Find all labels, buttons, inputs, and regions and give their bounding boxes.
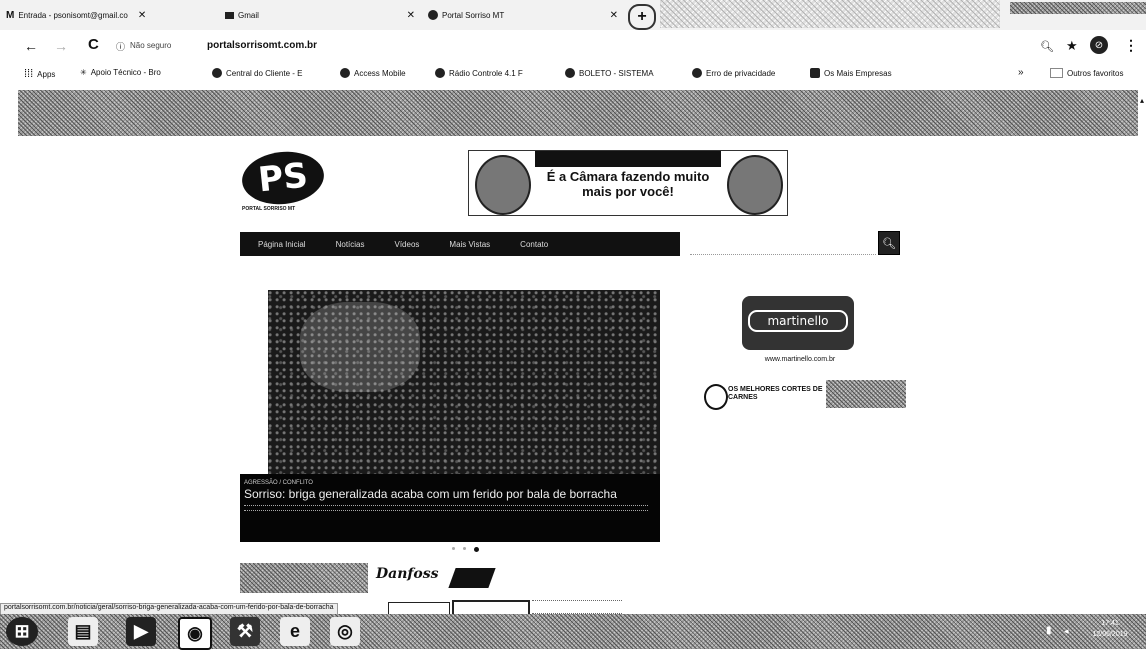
nav-contato[interactable]: Contato: [520, 240, 548, 249]
close-icon[interactable]: ✕: [610, 10, 618, 21]
cortes-carnes-ad-image[interactable]: [826, 380, 906, 408]
folder-icon: [1050, 68, 1063, 78]
tab-gmail[interactable]: Gmail ✕: [225, 3, 415, 27]
tab-strip-background: [660, 0, 1000, 28]
sponsor-text-small: [532, 600, 622, 614]
person-portrait-left: [475, 155, 531, 215]
nav-home[interactable]: Página Inicial: [258, 240, 306, 249]
bookmark-os-mais-empresas[interactable]: Os Mais Empresas: [810, 68, 892, 78]
cow-head-icon: [704, 384, 728, 410]
tab-portal-sorriso[interactable]: Portal Sorriso MT ✕: [428, 3, 618, 27]
bookmark-boleto[interactable]: BOLETO - SISTEMA: [565, 68, 654, 78]
menu-icon[interactable]: ⋮: [1124, 37, 1138, 54]
mail-icon: [225, 11, 234, 19]
globe-icon: [212, 68, 222, 78]
martinello-url[interactable]: www.martinello.com.br: [740, 356, 860, 363]
star-icon[interactable]: ★: [1066, 38, 1078, 54]
carousel-dot[interactable]: [452, 547, 455, 550]
search-icon[interactable]: 🔍︎: [878, 231, 900, 255]
back-arrow-icon[interactable]: ←: [24, 38, 38, 54]
globe-icon: [435, 68, 445, 78]
gmail-icon: M: [6, 9, 15, 21]
window-controls[interactable]: [1010, 2, 1146, 14]
nav-videos[interactable]: Vídeos: [395, 240, 420, 249]
tab-label: Entrada - psonisomt@gmail.co: [18, 10, 128, 20]
carousel-dot-active[interactable]: [474, 547, 479, 552]
bookmark-radio-controle[interactable]: Rádio Controle 4.1 F: [435, 68, 523, 78]
site-logo[interactable]: PS PORTAL SORRISO MT: [239, 147, 337, 214]
carousel-dot[interactable]: [463, 547, 466, 550]
site-search-input[interactable]: [690, 232, 876, 255]
sponsor-banner-1[interactable]: [240, 563, 368, 593]
app-icon[interactable]: ⚒: [230, 617, 260, 646]
globe-icon: [565, 68, 575, 78]
logo-ps-mark: PS: [239, 147, 327, 209]
browser-window-icon[interactable]: ◎: [330, 617, 360, 646]
hero-caption-box: AGRESSÃO / CONFLITO Sorriso: briga gener…: [240, 474, 660, 542]
url-field[interactable]: portalsorrisomt.com.br: [207, 40, 317, 51]
clock[interactable]: 17:41 12/06/2019: [1080, 618, 1140, 640]
ad-main-text: É a Câmara fazendo muito mais por você!: [546, 169, 710, 199]
headline-tag: AGRESSÃO / CONFLITO: [244, 480, 313, 486]
martinello-logo-text: martinello: [748, 310, 848, 332]
logo-subtitle: PORTAL SORRISO MT: [242, 206, 296, 212]
danfoss-logo[interactable]: Danfoss: [376, 566, 439, 582]
close-icon[interactable]: ✕: [138, 10, 146, 21]
site-nav: Página Inicial Notícias Vídeos Mais Vist…: [240, 232, 680, 256]
network-icon[interactable]: ▮: [1046, 625, 1052, 636]
profile-avatar[interactable]: ⊘: [1090, 36, 1108, 54]
bookmark-square-icon: [810, 68, 820, 78]
apps-grid-icon: ⁞⁞⁞: [24, 68, 34, 80]
tab-label: Gmail: [238, 10, 259, 20]
person-portrait-right: [727, 155, 783, 215]
bookmark-erro-privacidade[interactable]: Erro de privacidade: [692, 68, 775, 78]
diamond-sponsor-logo[interactable]: [448, 568, 496, 588]
media-player-icon[interactable]: ▶: [126, 617, 156, 646]
camara-ad-banner[interactable]: É a Câmara fazendo muito mais por você!: [468, 150, 788, 216]
hero-image-highlight: [300, 302, 420, 392]
security-label: Não seguro: [130, 41, 172, 50]
nav-noticias[interactable]: Notícias: [336, 240, 365, 249]
globe-icon: [340, 68, 350, 78]
hero-image-gap: [240, 290, 268, 480]
chevron-double-right-icon[interactable]: »: [1018, 67, 1024, 78]
forward-arrow-icon[interactable]: →: [54, 38, 68, 54]
clock-time: 17:41: [1101, 620, 1119, 627]
top-banner: [18, 90, 1138, 136]
martinello-ad[interactable]: martinello: [742, 296, 854, 350]
ad-header-strip: [535, 151, 721, 167]
bookmark-other-folder[interactable]: Outros favoritos: [1050, 68, 1123, 78]
bookmarks-bar: ⁞⁞⁞ Apps ✳ Apoio Técnico - Bro Central do …: [0, 62, 1146, 88]
scrollbar-arrow-icon[interactable]: ▴: [1140, 96, 1144, 105]
windows-taskbar: ⊞ ▤ ▶ ◉ ⚒ e ◎ ▮ ◂ 17:41 12/06/2019: [0, 614, 1146, 650]
file-explorer-icon[interactable]: ▤: [68, 617, 98, 646]
headline-title[interactable]: Sorriso: briga generalizada acaba com um…: [244, 488, 644, 501]
cortes-carnes-ad-text[interactable]: OS MELHORES CORTES DE CARNES: [728, 386, 824, 402]
reload-icon[interactable]: C: [88, 36, 99, 53]
carousel-dots: [452, 547, 479, 552]
internet-explorer-icon[interactable]: e: [280, 617, 310, 646]
hero-image[interactable]: AGRESSÃO / CONFLITO Sorriso: briga gener…: [240, 290, 660, 542]
headline-summary: [244, 505, 648, 511]
bookmark-access-mobile[interactable]: Access Mobile: [340, 68, 406, 78]
bookmark-central-cliente[interactable]: Central do Cliente - E: [212, 68, 302, 78]
tab-label: Portal Sorriso MT: [442, 10, 505, 20]
globe-icon: [428, 10, 438, 20]
bookmark-apps[interactable]: ⁞⁞⁞ Apps: [24, 68, 55, 80]
volume-icon[interactable]: ◂: [1064, 626, 1069, 637]
chrome-icon[interactable]: ◉: [178, 617, 212, 650]
search-icon[interactable]: 🔍︎: [1040, 40, 1054, 53]
tab-gmail-inbox[interactable]: M Entrada - psonisomt@gmail.co ✕: [6, 3, 146, 27]
nav-mais-vistas[interactable]: Mais Vistas: [449, 240, 490, 249]
new-tab-button[interactable]: +: [628, 4, 656, 30]
bookmark-apoio-tecnico[interactable]: ✳ Apoio Técnico - Bro: [80, 68, 161, 77]
close-icon[interactable]: ✕: [407, 10, 415, 21]
tab-strip: M Entrada - psonisomt@gmail.co ✕ Gmail ✕…: [0, 0, 1146, 31]
info-icon: ⓘ: [116, 42, 126, 52]
warning-globe-icon: [692, 68, 702, 78]
address-bar-row: ← → C ⓘ Não seguro portalsorrisomt.com.b…: [0, 30, 1146, 62]
clock-date: 12/06/2019: [1092, 631, 1128, 638]
puzzle-icon: ✳: [80, 68, 87, 77]
start-button[interactable]: ⊞: [6, 617, 38, 646]
